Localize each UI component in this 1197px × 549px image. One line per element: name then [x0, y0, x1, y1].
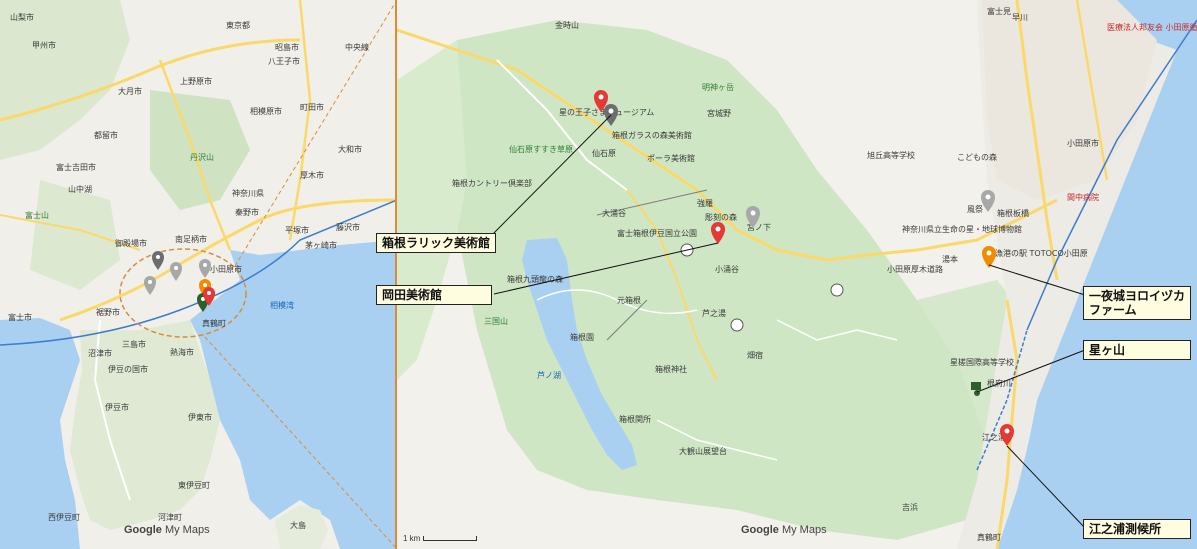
map-pin-gray[interactable]	[746, 206, 760, 228]
map-pin-gray[interactable]	[152, 251, 164, 270]
map-pin-red[interactable]	[711, 222, 725, 244]
callout-ichiya-farm: 一夜城ヨロイヅカ ファーム	[1083, 286, 1191, 320]
map-pin-gray[interactable]	[144, 276, 156, 295]
map-pin-gray[interactable]	[199, 259, 211, 278]
detail-pins	[486, 90, 1086, 529]
overview-pins	[144, 251, 215, 312]
map-pin-green[interactable]	[971, 382, 981, 396]
map-pin-orange[interactable]	[982, 246, 996, 268]
scale-bar: 1 km	[403, 534, 477, 543]
map-pin-red[interactable]	[1000, 424, 1014, 446]
callout-lalique-museum: 箱根ラリック美術館	[376, 233, 497, 253]
callout-enoura-observatory: 江之浦測候所	[1083, 519, 1191, 539]
google-my-maps-logo: Google My Maps	[741, 524, 827, 536]
detail-map[interactable]: 金時山 明神ヶ岳 宮城野 星の王子さまミュージアム 箱根ガラスの森美術館 仙石原…	[397, 0, 1197, 549]
google-my-maps-logo: Google My Maps	[124, 524, 210, 536]
callout-hoshigayama: 星ヶ山	[1083, 340, 1191, 360]
overview-map[interactable]: 東京都 八王子市 昭島市 町田市 相模原市 上野原市 甲州市 大月市 都留市 富…	[0, 0, 397, 549]
map-pin-gray[interactable]	[170, 262, 182, 281]
map-pin-gray[interactable]	[981, 190, 995, 212]
callout-okada-museum: 岡田美術館	[376, 285, 492, 305]
